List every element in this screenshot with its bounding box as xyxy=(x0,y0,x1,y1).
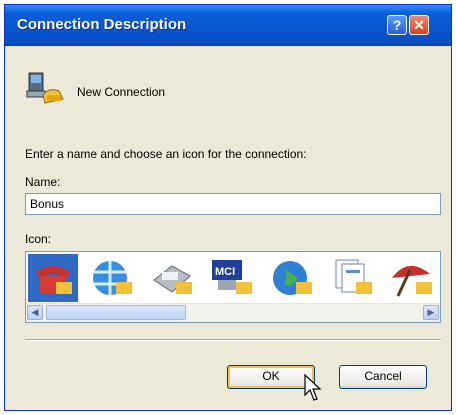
umbrella-icon[interactable] xyxy=(388,254,438,302)
scroll-left-icon[interactable]: ◀ xyxy=(27,305,43,320)
ok-button[interactable]: OK xyxy=(227,365,315,389)
red-telephone-icon[interactable] xyxy=(28,254,78,302)
help-button[interactable]: ? xyxy=(387,15,407,35)
globe-icon[interactable] xyxy=(88,254,138,302)
scroll-thumb[interactable] xyxy=(46,305,186,320)
connection-name-label: New Connection xyxy=(77,85,166,99)
divider xyxy=(25,339,441,341)
name-label: Name: xyxy=(25,175,61,189)
fax-machine-icon[interactable] xyxy=(148,254,198,302)
icon-list[interactable]: MCI ◀ ▶ xyxy=(25,251,441,323)
name-input[interactable]: Bonus xyxy=(25,193,441,215)
instruction-text: Enter a name and choose an icon for the … xyxy=(25,147,307,161)
dialog-window: Connection Description ? ✕ New Connectio… xyxy=(4,4,452,411)
world-network-icon[interactable] xyxy=(268,254,318,302)
window-title: Connection Description xyxy=(17,16,187,33)
svg-text:MCI: MCI xyxy=(215,266,235,278)
documents-icon[interactable] xyxy=(328,254,378,302)
phone-connection-icon xyxy=(26,72,64,104)
cancel-button[interactable]: Cancel xyxy=(339,365,427,389)
mouse-cursor-icon xyxy=(304,373,322,401)
title-bar[interactable]: Connection Description ? ✕ xyxy=(5,5,451,46)
icon-row: MCI xyxy=(26,252,440,304)
mci-icon[interactable]: MCI xyxy=(208,254,258,302)
icon-label: Icon: xyxy=(25,232,52,246)
close-button[interactable]: ✕ xyxy=(409,15,429,35)
horizontal-scrollbar[interactable]: ◀ ▶ xyxy=(26,303,440,322)
scroll-right-icon[interactable]: ▶ xyxy=(423,305,439,320)
